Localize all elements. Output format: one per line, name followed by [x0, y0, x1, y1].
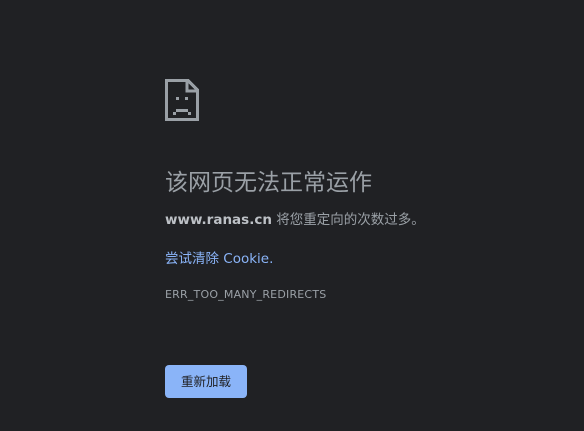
error-content: 该网页无法正常运作 www.ranas.cn 将您重定向的次数过多。 尝试清除 … [165, 79, 565, 303]
reload-button[interactable]: 重新加载 [165, 365, 248, 398]
page-title: 该网页无法正常运作 [165, 170, 372, 196]
error-code: ERR_TOO_MANY_REDIRECTS [165, 288, 327, 301]
error-page: 该网页无法正常运作 www.ranas.cn 将您重定向的次数过多。 尝试清除 … [0, 0, 584, 431]
sad-page-icon [165, 79, 199, 121]
error-summary-text: 将您重定向的次数过多。 [271, 212, 425, 228]
error-host: www.ranas.cn [165, 212, 272, 228]
error-summary: www.ranas.cn 将您重定向的次数过多。 [165, 210, 565, 230]
clear-cookies-link[interactable]: 尝试清除 Cookie. [165, 249, 565, 269]
